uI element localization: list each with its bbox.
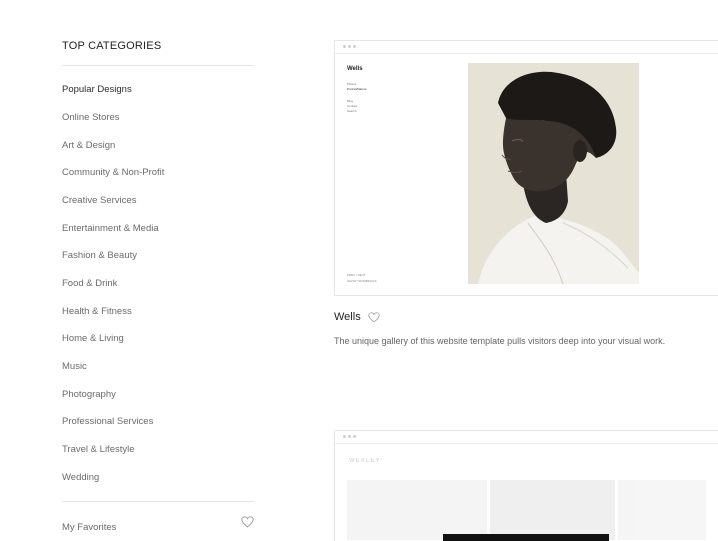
preview-nav-item: Blog xyxy=(347,99,354,103)
category-art-design[interactable]: Art & Design xyxy=(62,140,115,152)
browser-dots-icon xyxy=(343,435,356,438)
sidebar-title: TOP CATEGORIES xyxy=(62,40,162,52)
category-community-nonprofit[interactable]: Community & Non-Profit xyxy=(62,167,164,179)
preview-logo: WEXLEY xyxy=(349,458,381,464)
portrait-image xyxy=(468,63,639,284)
template-preview-wells[interactable]: Wells Photos Portrait/Nature Blog Contac… xyxy=(334,40,718,296)
preview-nav-item: Portrait/Nature xyxy=(347,87,367,91)
preview-footer-thumbnails: SHOW THUMBNAILS xyxy=(347,279,377,283)
browser-dots-icon xyxy=(343,45,356,48)
category-health-fitness[interactable]: Health & Fitness xyxy=(62,306,132,318)
template-title[interactable]: Wells xyxy=(334,311,361,323)
sidebar-divider-bottom xyxy=(62,501,254,502)
sidebar-divider-top xyxy=(62,65,254,66)
category-professional-services[interactable]: Professional Services xyxy=(62,416,153,428)
browser-bar xyxy=(335,41,718,54)
preview-nav-item: Photos xyxy=(347,82,357,86)
my-favorites-link[interactable]: My Favorites xyxy=(62,516,254,535)
mini-site: WEXLEY xyxy=(335,444,718,541)
preview-nav-item: Search xyxy=(347,109,357,113)
preview-image xyxy=(347,480,487,540)
category-photography[interactable]: Photography xyxy=(62,389,116,401)
category-home-living[interactable]: Home & Living xyxy=(62,333,124,345)
category-creative-services[interactable]: Creative Services xyxy=(62,195,136,207)
category-online-stores[interactable]: Online Stores xyxy=(62,112,120,124)
preview-footer-prev-next: PREV / NEXT xyxy=(347,273,366,277)
preview-image xyxy=(618,480,706,540)
category-entertainment-media[interactable]: Entertainment & Media xyxy=(62,223,159,235)
preview-nav-item: Contact xyxy=(347,104,358,108)
category-fashion-beauty[interactable]: Fashion & Beauty xyxy=(62,250,137,262)
browser-bar xyxy=(335,431,718,444)
category-food-drink[interactable]: Food & Drink xyxy=(62,278,117,290)
favorite-heart-icon[interactable] xyxy=(368,311,380,323)
template-preview-wexley[interactable]: WEXLEY xyxy=(334,430,718,541)
card-title-row: Wells xyxy=(334,311,380,323)
mini-site: Wells Photos Portrait/Nature Blog Contac… xyxy=(335,54,718,295)
my-favorites-label: My Favorites xyxy=(62,522,117,533)
category-wedding[interactable]: Wedding xyxy=(62,472,99,484)
portrait-photo xyxy=(468,63,639,284)
category-sidebar: TOP CATEGORIES Popular Designs Online St… xyxy=(62,38,254,533)
preview-logo: Wells xyxy=(347,66,363,72)
category-music[interactable]: Music xyxy=(62,361,87,373)
preview-image xyxy=(490,480,615,540)
template-description: The unique gallery of this website templ… xyxy=(334,336,666,346)
category-travel-lifestyle[interactable]: Travel & Lifestyle xyxy=(62,444,135,456)
category-popular-designs[interactable]: Popular Designs xyxy=(62,84,132,96)
heart-icon xyxy=(241,516,254,528)
